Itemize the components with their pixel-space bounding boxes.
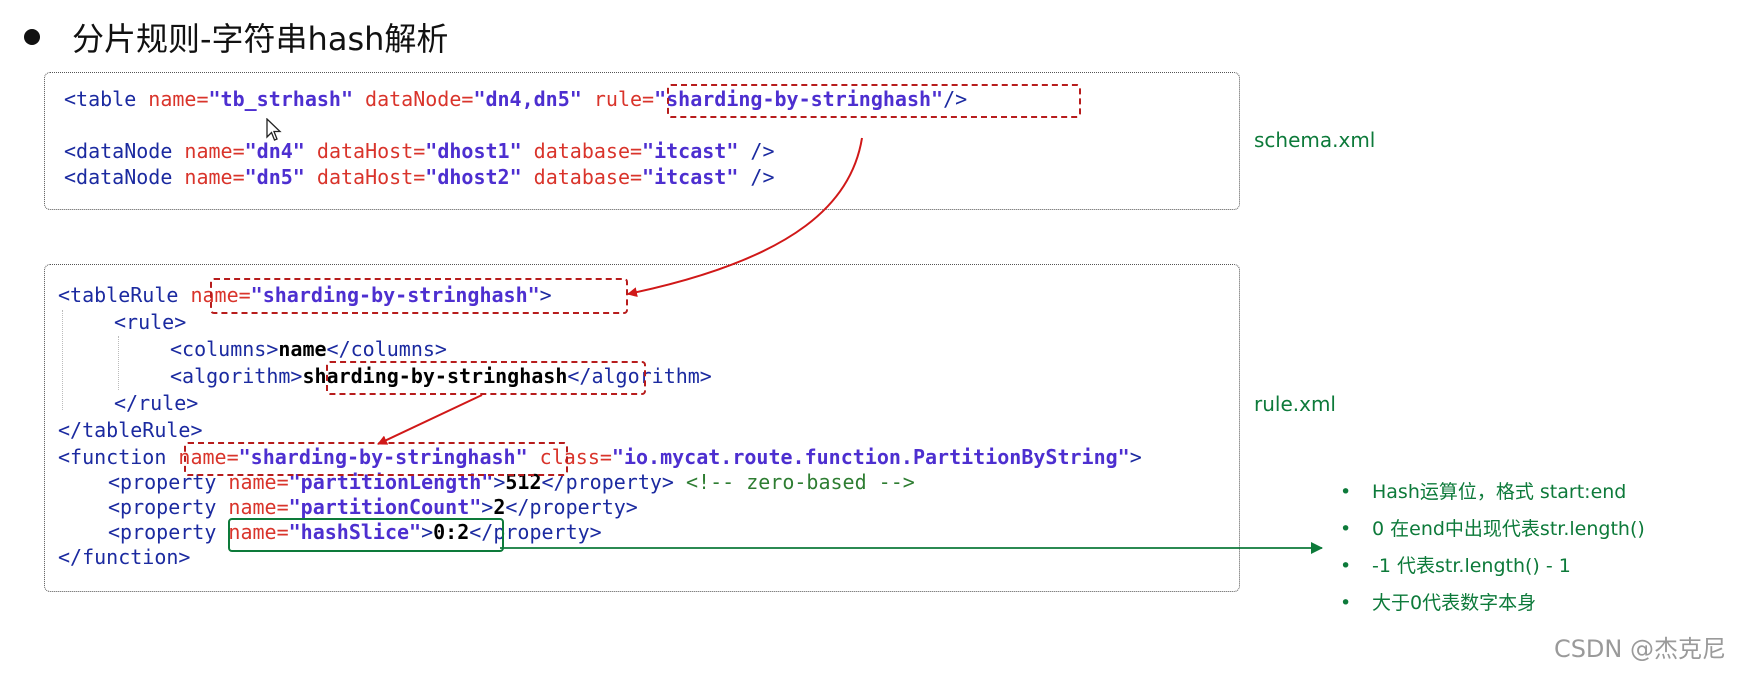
note-bullet-icon: • [1340, 555, 1352, 577]
note-item: • 0 在end中出现代表str.length() [1340, 511, 1645, 548]
note-item: • -1 代表str.length() - 1 [1340, 548, 1645, 585]
hash-slice-notes: • Hash运算位，格式 start:end • 0 在end中出现代表str.le… [1340, 474, 1645, 622]
note-bullet-icon: • [1340, 518, 1352, 540]
note-text: 0 在end中出现代表str.length() [1372, 518, 1645, 540]
note-text: 大于0代表数字本身 [1372, 592, 1537, 614]
note-item: • Hash运算位，格式 start:end [1340, 474, 1645, 511]
note-bullet-icon: • [1340, 592, 1352, 614]
rule-to-tablerule-arrow [627, 137, 863, 298]
algorithm-to-function-arrow [377, 394, 483, 445]
watermark: CSDN @杰克尼 [1553, 635, 1726, 663]
note-bullet-icon: • [1340, 481, 1352, 503]
note-text: Hash运算位，格式 start:end [1372, 481, 1627, 503]
note-item: • 大于0代表数字本身 [1340, 585, 1645, 622]
note-text: -1 代表str.length() - 1 [1372, 555, 1571, 577]
